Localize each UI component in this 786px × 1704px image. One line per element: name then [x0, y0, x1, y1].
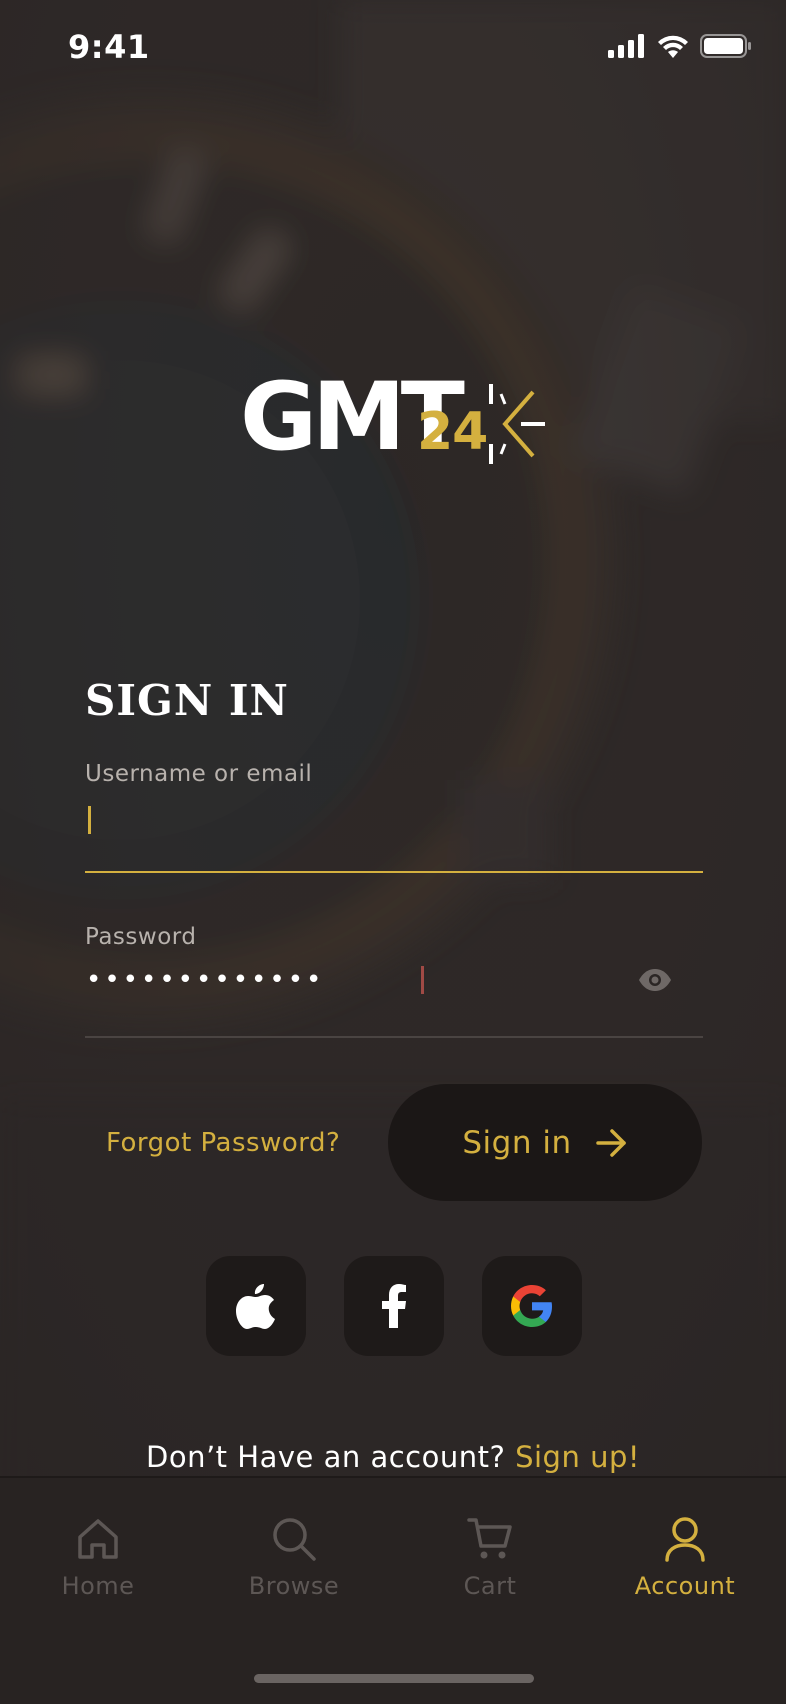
tab-cart-label: Cart: [463, 1572, 517, 1600]
app-logo: GMT 24: [240, 368, 550, 488]
apple-icon: [236, 1284, 275, 1329]
google-icon: [511, 1285, 552, 1327]
bottom-tab-bar: Home Browse Cart Account: [0, 1476, 786, 1704]
status-icons: [608, 34, 752, 58]
page-title: SIGN IN: [85, 676, 289, 725]
home-icon: [78, 1519, 118, 1559]
sign-up-link[interactable]: Sign up!: [515, 1440, 640, 1474]
sign-up-row: Don’t Have an account? Sign up!: [0, 1440, 786, 1474]
sign-in-screen: 9:41 GMT 24 SIGN IN Username or email Pa…: [0, 0, 786, 1704]
logo-spark-icon: [489, 384, 545, 464]
sign-in-button[interactable]: Sign in: [388, 1084, 702, 1201]
arrow-right-icon: [595, 1128, 626, 1157]
password-input-underline: [85, 1036, 703, 1038]
password-input-caret: [421, 966, 424, 994]
wifi-icon: [658, 35, 688, 58]
tab-home[interactable]: Home: [18, 1514, 178, 1600]
forgot-password-link[interactable]: Forgot Password?: [106, 1128, 340, 1158]
username-input[interactable]: [85, 871, 703, 873]
logo-number: 24: [417, 402, 488, 462]
sign-in-button-label: Sign in: [462, 1124, 572, 1161]
show-password-eye-icon[interactable]: [638, 968, 672, 992]
status-bar: 9:41: [0, 0, 786, 100]
tab-account[interactable]: Account: [605, 1514, 765, 1600]
tab-home-label: Home: [61, 1572, 135, 1600]
tab-cart[interactable]: Cart: [410, 1514, 570, 1600]
tab-browse-label: Browse: [248, 1572, 340, 1600]
password-input[interactable]: •••••••••••••: [86, 967, 324, 993]
user-icon: [665, 1517, 705, 1562]
password-label: Password: [85, 924, 197, 950]
tab-account-label: Account: [634, 1572, 736, 1600]
apple-sign-in-button[interactable]: [206, 1256, 306, 1356]
username-label: Username or email: [85, 761, 313, 787]
facebook-icon: [382, 1284, 406, 1328]
username-input-caret[interactable]: [88, 806, 91, 834]
cart-icon: [467, 1518, 512, 1559]
home-indicator[interactable]: [254, 1674, 534, 1683]
google-sign-in-button[interactable]: [482, 1256, 582, 1356]
status-time: 9:41: [68, 28, 150, 66]
cellular-signal-icon: [608, 34, 644, 58]
battery-icon: [700, 34, 751, 58]
search-icon: [273, 1518, 316, 1561]
sign-up-prompt: Don’t Have an account?: [146, 1440, 506, 1474]
tab-browse[interactable]: Browse: [214, 1514, 374, 1600]
facebook-sign-in-button[interactable]: [344, 1256, 444, 1356]
